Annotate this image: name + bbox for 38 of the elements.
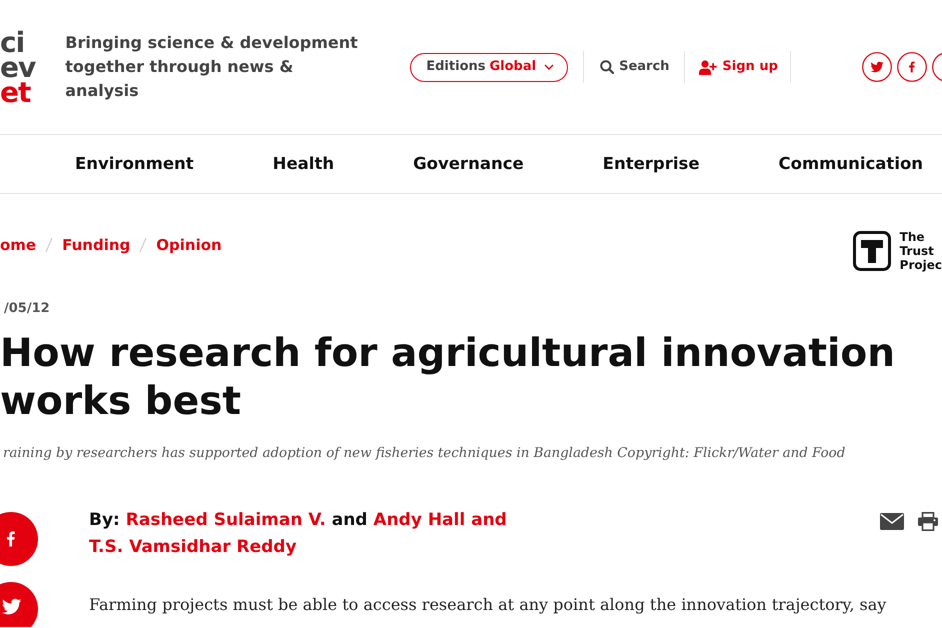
body-text: Farming projects must be able to access research at any point along the innovation trajectory, say	[89, 594, 888, 616]
logo-text[interactable]: ev	[0, 54, 36, 80]
tagline-text: Bringing science & development together through news & analysis	[65, 32, 359, 102]
twitter-icon[interactable]	[0, 582, 38, 627]
breadcrumb-link[interactable]: Opinion	[156, 234, 222, 256]
logo-text[interactable]: ci	[0, 30, 36, 54]
facebook-icon[interactable]	[897, 52, 927, 82]
nav-link[interactable]: Environment	[75, 152, 194, 176]
caret-icon	[544, 64, 554, 70]
search-icon	[600, 60, 614, 74]
nav-link[interactable]: Communication	[778, 152, 924, 176]
round-button-icon[interactable]	[932, 52, 942, 82]
trust-project-label: The Trust Projec	[900, 230, 942, 272]
nav-link[interactable]: Governance	[413, 152, 524, 176]
sign-up-link[interactable]: Sign up	[699, 57, 778, 77]
author-link[interactable]: Andy Hall and	[373, 510, 507, 530]
printer-icon[interactable]	[918, 512, 938, 531]
byline-label: By:	[89, 510, 120, 530]
slash-separator-icon	[139, 237, 148, 253]
slash-separator-icon	[45, 237, 54, 253]
date-text: /05/12	[3, 300, 51, 318]
editions-dropdown[interactable]: Editions Global	[410, 52, 568, 82]
nav-link[interactable]: Health	[272, 152, 334, 176]
trust-logo-icon	[852, 231, 891, 271]
breadcrumb-link[interactable]: ome	[0, 234, 36, 256]
breadcrumb-link[interactable]: Funding	[62, 234, 130, 256]
envelope-icon[interactable]	[880, 513, 904, 530]
author-link[interactable]: Rasheed Sulaiman V.	[126, 510, 326, 530]
add-user-icon	[699, 60, 718, 74]
twitter-icon[interactable]	[862, 52, 892, 82]
facebook-icon[interactable]	[0, 512, 38, 566]
article-title: How research for agricultural innovation works best	[0, 330, 896, 426]
byline-text: and	[332, 510, 368, 530]
author-link[interactable]: T.S. Vamsidhar Reddy	[89, 537, 297, 557]
search-link[interactable]: Search	[600, 57, 670, 77]
nav-link[interactable]: Enterprise	[602, 152, 700, 176]
logo-text[interactable]: et	[0, 80, 36, 104]
photo-caption: raining by researchers has supported adoption of new fisheries techniques in Bangladesh Copyright: Flickr/Water and Food	[3, 445, 846, 463]
